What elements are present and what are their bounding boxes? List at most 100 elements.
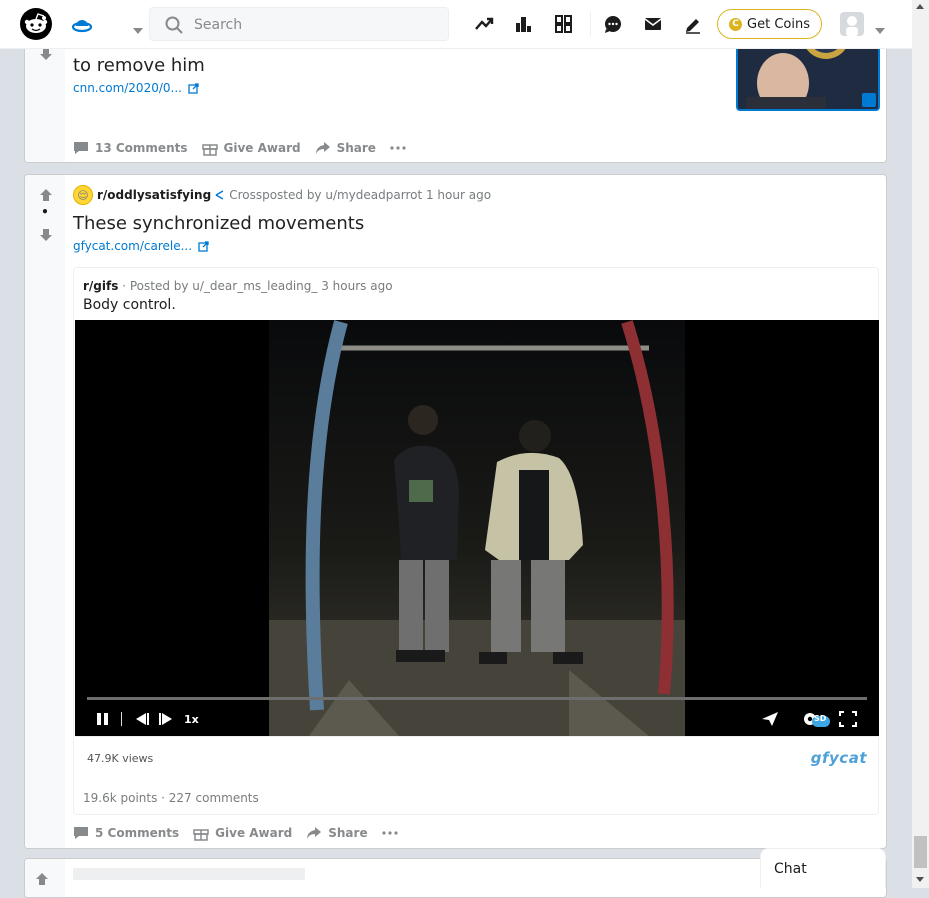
gift-icon: [193, 829, 209, 841]
quality-badge: SD: [814, 714, 827, 723]
reddit-logo[interactable]: [20, 8, 52, 40]
view-count: 47.9K views: [87, 752, 154, 765]
playback-speed-button[interactable]: 1x: [184, 710, 199, 728]
home-icon[interactable]: [70, 12, 94, 36]
gfycat-logo[interactable]: gfycat: [811, 749, 867, 767]
share-icon: [315, 142, 330, 154]
crosspost-icon: [215, 190, 224, 200]
post-link[interactable]: cnn.com/2020/0...: [73, 81, 199, 95]
external-link-icon: [198, 240, 209, 252]
crosspost-embed[interactable]: r/gifs · Posted by u/_dear_ms_leading_ 3…: [73, 267, 879, 815]
post-meta: 😌 r/oddlysatisfying Crossposted by u/myd…: [73, 185, 491, 205]
more-options-button[interactable]: [381, 831, 398, 835]
coin-icon: C: [729, 17, 743, 31]
create-post-icon[interactable]: [681, 12, 705, 36]
share-video-button[interactable]: [761, 710, 779, 728]
post-link[interactable]: gfycat.com/carele...: [73, 239, 209, 253]
chat-button[interactable]: Chat: [760, 848, 886, 888]
embed-footer: 47.9K views gfycat: [75, 736, 879, 780]
post-title[interactable]: to remove him: [73, 55, 205, 76]
leaderboard-icon[interactable]: [512, 12, 536, 36]
comment-icon: [74, 827, 88, 839]
user-menu-chevron-icon[interactable]: [875, 20, 885, 34]
quality-settings-button[interactable]: SD: [802, 710, 832, 728]
chat-icon[interactable]: [601, 12, 625, 36]
share-label: Share: [328, 826, 368, 840]
post-link-text: gfycat.com/carele...: [73, 239, 193, 253]
search-bar: [149, 7, 449, 41]
vote-column: [25, 859, 65, 897]
comments-button[interactable]: 5 Comments: [73, 826, 179, 840]
post-actions: 5 Comments Give Award Share: [73, 825, 398, 841]
post-actions: 13 Comments Give Award Share: [73, 140, 406, 156]
embedded-posted-by[interactable]: · Posted by u/_dear_ms_leading_ 3 hours …: [122, 279, 392, 293]
pause-icon: [97, 713, 108, 725]
scrollbar[interactable]: [912, 0, 929, 888]
search-icon: [165, 16, 183, 34]
video-progress-bar[interactable]: [87, 697, 867, 700]
share-button[interactable]: Share: [315, 141, 376, 155]
rpan-icon[interactable]: [552, 12, 576, 36]
scroll-up-icon[interactable]: [916, 4, 924, 9]
video-frame: [269, 320, 685, 736]
reddit-snoo-icon: [24, 13, 48, 33]
vote-count: •: [41, 205, 49, 219]
video-player[interactable]: 1x SD: [75, 320, 879, 736]
get-coins-label: Get Coins: [747, 16, 810, 32]
post-link-text: cnn.com/2020/0...: [73, 81, 182, 95]
video-frame-image: [269, 320, 685, 736]
upvote-icon[interactable]: [39, 188, 53, 202]
comments-label: 13 Comments: [95, 141, 188, 155]
pause-button[interactable]: [96, 710, 110, 728]
more-options-button[interactable]: [390, 146, 406, 150]
chat-label: Chat: [774, 861, 807, 877]
more-icon: [390, 146, 406, 150]
give-award-button[interactable]: Give Award: [193, 825, 292, 841]
subreddit-link[interactable]: r/oddlysatisfying: [97, 188, 211, 202]
frame-forward-button[interactable]: [158, 710, 174, 728]
embedded-post-stats[interactable]: 19.6k points · 227 comments: [83, 791, 259, 805]
more-icon: [381, 831, 398, 835]
chevron-down-icon[interactable]: [133, 20, 143, 34]
fullscreen-icon: [839, 711, 857, 727]
post-card[interactable]: [24, 858, 887, 898]
external-link-icon: [188, 82, 199, 94]
share-label: Share: [336, 141, 376, 155]
get-coins-button[interactable]: C Get Coins: [717, 9, 822, 39]
upvote-icon[interactable]: [35, 872, 49, 886]
avatar[interactable]: [840, 12, 864, 36]
post-title[interactable]: These synchronized movements: [73, 213, 364, 234]
comment-icon: [74, 142, 88, 154]
expand-link-icon[interactable]: [862, 93, 876, 107]
crossposted-by[interactable]: Crossposted by u/mydeadparrot 1 hour ago: [229, 188, 491, 202]
give-award-label: Give Award: [223, 141, 301, 155]
embedded-post-meta: r/gifs · Posted by u/_dear_ms_leading_ 3…: [83, 279, 393, 293]
embedded-subreddit-link[interactable]: r/gifs: [83, 279, 118, 293]
share-button[interactable]: Share: [306, 826, 368, 840]
controls-divider: [121, 710, 123, 728]
gift-icon: [201, 144, 218, 156]
post-card[interactable]: • 😌 r/oddlysatisfying Crossposted by u/m…: [24, 174, 887, 849]
mail-icon[interactable]: [641, 12, 665, 36]
step-forward-icon: [159, 713, 172, 725]
scroll-down-icon[interactable]: [916, 877, 924, 882]
comments-label: 5 Comments: [95, 826, 180, 840]
vote-column: •: [25, 175, 65, 848]
loading-placeholder: [73, 868, 305, 880]
trending-icon[interactable]: [472, 12, 496, 36]
frame-back-button[interactable]: [134, 710, 150, 728]
share-icon: [307, 827, 322, 839]
subreddit-icon[interactable]: 😌: [73, 185, 93, 205]
give-award-button[interactable]: Give Award: [201, 140, 301, 156]
fullscreen-button[interactable]: [839, 710, 857, 728]
embedded-post-title[interactable]: Body control.: [83, 297, 176, 313]
header-divider: [590, 12, 591, 36]
downvote-icon[interactable]: [39, 47, 53, 61]
scroll-thumb[interactable]: [914, 836, 927, 868]
top-navigation-bar: C Get Coins: [0, 0, 912, 49]
send-icon: [762, 712, 778, 726]
comments-button[interactable]: 13 Comments: [73, 141, 188, 155]
downvote-icon[interactable]: [39, 228, 53, 242]
step-back-icon: [136, 713, 149, 725]
search-input[interactable]: [192, 12, 436, 38]
